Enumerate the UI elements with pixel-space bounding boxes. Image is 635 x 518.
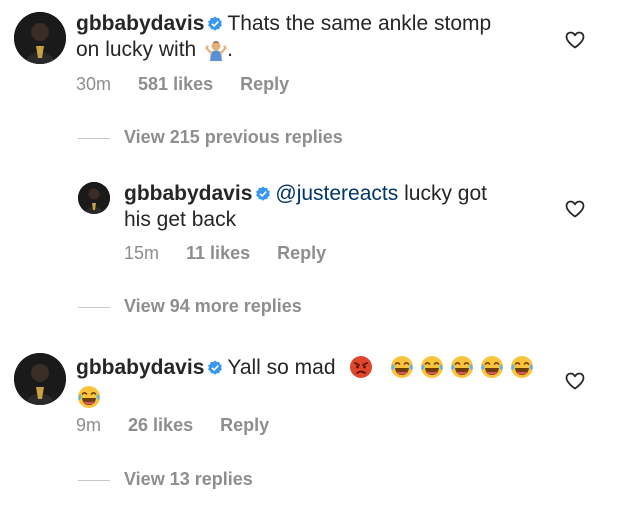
verified-badge-icon [207, 14, 223, 38]
likes-count[interactable]: 581 likes [138, 74, 213, 94]
likes-count[interactable]: 26 likes [128, 415, 193, 435]
verified-badge-icon [207, 358, 223, 382]
comment-body-line1: Thats the same ankle stomp [227, 12, 492, 35]
timestamp: 30m [76, 74, 112, 94]
reply-button[interactable]: Reply [220, 415, 269, 435]
replies-divider [78, 138, 110, 139]
angry-face-emoji [349, 355, 373, 385]
comment-body-line2: on lucky with [76, 38, 197, 61]
verified-badge-icon [255, 184, 271, 208]
reply-button[interactable]: Reply [240, 74, 289, 94]
shrug-emoji [205, 39, 227, 67]
comment-meta: 30m 581 likes Reply [76, 74, 311, 95]
comment-body-line2: his get back [124, 208, 237, 231]
comment-body-line1: Yall so mad [227, 356, 336, 379]
comment-text: gbbabydavis @justereacts lucky got his ge… [124, 182, 554, 232]
tears-of-joy-emoji [509, 355, 535, 385]
comment-meta: 15m 11 likes Reply [124, 243, 348, 264]
avatar[interactable] [14, 353, 66, 405]
comment-body-line1: lucky got [404, 182, 487, 205]
tears-of-joy-emoji [389, 355, 415, 385]
username[interactable]: gbbabydavis [76, 12, 204, 35]
comment-text: gbbabydavis Yall so mad [76, 355, 546, 415]
view-more-replies-button[interactable]: View 94 more replies [124, 296, 302, 317]
mention-link[interactable]: @justereacts [275, 182, 398, 205]
username[interactable]: gbbabydavis [124, 182, 252, 205]
heart-outline-icon[interactable] [565, 200, 585, 223]
avatar[interactable] [14, 12, 66, 64]
tears-of-joy-emoji [76, 385, 102, 415]
view-replies-button[interactable]: View 13 replies [124, 469, 253, 490]
replies-divider [78, 480, 110, 481]
reply-button[interactable]: Reply [277, 243, 326, 263]
comment-meta: 9m 26 likes Reply [76, 415, 291, 436]
heart-outline-icon[interactable] [565, 31, 585, 54]
view-previous-replies-button[interactable]: View 215 previous replies [124, 127, 343, 148]
tears-of-joy-emoji [449, 355, 475, 385]
comment-text: gbbabydavis Thats the same ankle stomp on… [76, 12, 546, 67]
comment-body-suffix: . [227, 38, 233, 61]
likes-count[interactable]: 11 likes [186, 243, 250, 263]
tears-of-joy-emoji [419, 355, 445, 385]
tears-of-joy-emoji [479, 355, 505, 385]
replies-divider [78, 307, 110, 308]
username[interactable]: gbbabydavis [76, 356, 204, 379]
timestamp: 15m [124, 243, 160, 263]
timestamp: 9m [76, 415, 102, 435]
heart-outline-icon[interactable] [565, 372, 585, 395]
avatar[interactable] [78, 182, 110, 214]
